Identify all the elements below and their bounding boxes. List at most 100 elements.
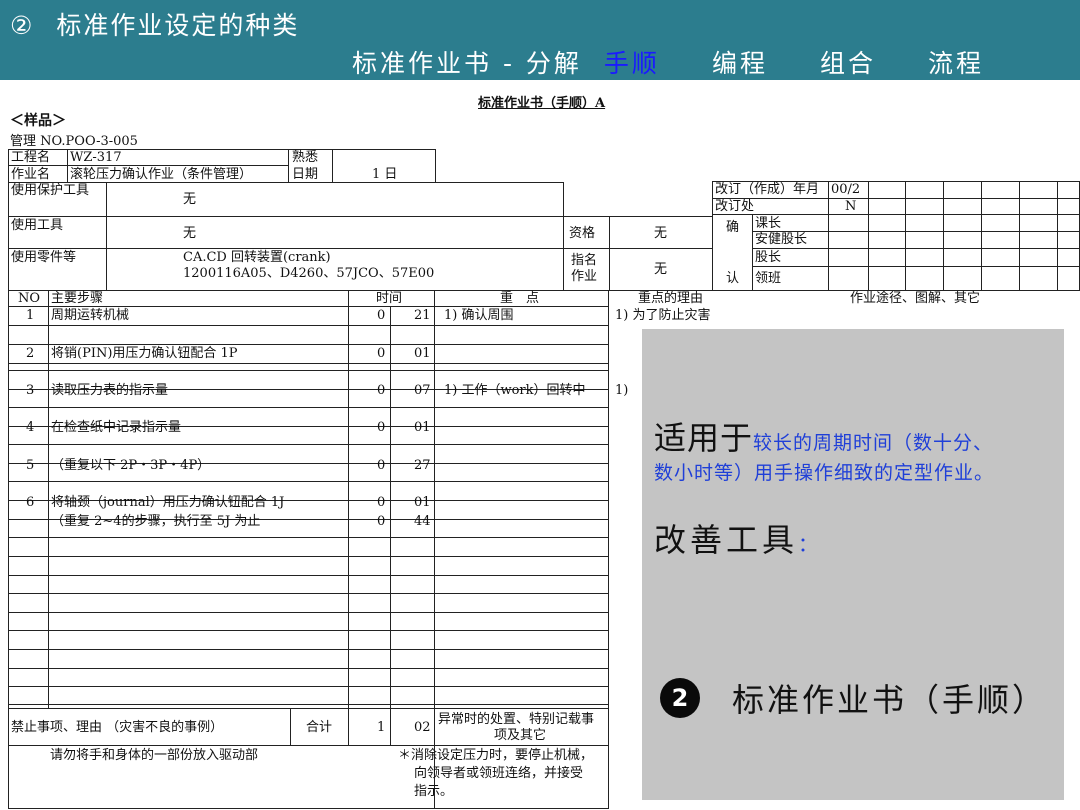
parts-value-line1: CA.CD 回转装置(crank) — [183, 250, 331, 265]
table-row-line — [8, 630, 609, 631]
section-title: ② 标准作业设定的种类 — [10, 6, 299, 42]
qualification-value: 无 — [654, 226, 668, 241]
table-row-line — [8, 575, 609, 576]
step-seconds: 27 — [414, 458, 431, 473]
step-text: 将轴颈（journal）用压力确认钮配合 1J — [51, 495, 285, 510]
step-minutes: 0 — [377, 514, 386, 529]
step-no: 6 — [26, 495, 35, 510]
designated-work-value: 无 — [654, 262, 668, 277]
table-row-line — [8, 344, 609, 345]
step-no: 2 — [26, 346, 35, 361]
step-seconds: 01 — [414, 346, 431, 361]
role-unit-chief: 股长 — [755, 250, 782, 265]
process-name-label: 工程名 — [11, 150, 51, 165]
step-minutes: 0 — [377, 420, 386, 435]
tab-flow[interactable]: 流程 — [928, 44, 984, 78]
step-text: （重复 2~4的步骤，执行至 5J 为止 — [51, 514, 261, 529]
table-row-line — [8, 612, 609, 613]
step-minutes: 0 — [377, 308, 386, 323]
role-foreman: 领班 — [755, 271, 782, 286]
designated-work-label-2: 作业 — [571, 269, 598, 284]
days-label: 日期 — [292, 167, 319, 182]
column-key-points: 重 点 — [500, 291, 540, 306]
step-seconds: 21 — [414, 308, 431, 323]
step-reason: 1) 为了防止灾害 — [615, 308, 711, 323]
step-seconds: 07 — [414, 383, 431, 398]
tab-procedure[interactable]: 手顺 — [604, 44, 660, 78]
item-number-badge: 2 — [660, 678, 700, 718]
step-minutes: 0 — [377, 458, 386, 473]
improvement-tools-colon: ： — [798, 532, 819, 556]
step-seconds: 01 — [414, 420, 431, 435]
table-row-line — [8, 668, 609, 669]
process-name-value: WZ-317 — [70, 150, 122, 165]
parts-value-line2: 1200116A05、D4260、57JCO、57E00 — [183, 266, 435, 281]
designated-work-label-1: 指名 — [571, 253, 598, 268]
table-row-line — [8, 325, 609, 326]
proficiency-label: 熟悉 — [292, 150, 319, 165]
step-text: 读取压力表的指示量 — [51, 383, 169, 398]
abnormal-label-line1: 异常时的处置、特别记载事 — [438, 712, 595, 727]
protective-tools-value: 无 — [183, 192, 197, 207]
tab-programming[interactable]: 编程 — [712, 44, 768, 78]
table-row-line — [8, 306, 609, 307]
applies-desc-1: 较长的周期时间（数十分、 — [753, 432, 994, 454]
note-line3: 指示。 — [414, 784, 454, 799]
table-row-line — [8, 407, 609, 408]
improvement-tools-label: 改善工具 — [654, 521, 799, 559]
step-minutes: 0 — [377, 495, 386, 510]
note-line2: 向领导者或领班连络，并接受 — [414, 766, 584, 781]
revision-place-value: N — [845, 199, 857, 214]
step-no: 1 — [26, 308, 35, 323]
step-seconds: 01 — [414, 495, 431, 510]
step-key-point: 1) 确认周围 — [444, 308, 514, 323]
management-number: 管理 NO.POO-3-005 — [10, 134, 138, 149]
total-label: 合计 — [306, 720, 333, 735]
column-no: NO — [18, 291, 41, 306]
step-minutes: 0 — [377, 383, 386, 398]
operation-name-value: 滚轮压力确认作业（条件管理） — [70, 167, 253, 182]
applies-to-line: 适用于较长的周期时间（数十分、 — [654, 413, 993, 459]
revision-place-label: 改订处 — [715, 199, 755, 214]
parts-label: 使用零件等 — [11, 250, 77, 265]
tools-value: 无 — [183, 226, 197, 241]
table-row-line — [8, 537, 609, 538]
step-no: 5 — [26, 458, 35, 473]
step-reason: 1) — [615, 383, 629, 398]
section-number: ② — [10, 11, 35, 40]
tab-combination[interactable]: 组合 — [820, 44, 876, 78]
revision-value: 00/2 — [831, 182, 861, 197]
step-no: 4 — [26, 420, 35, 435]
applies-desc-2: 数小时等）用手操作细致的定型作业。 — [654, 462, 995, 484]
role-section-chief: 课长 — [755, 216, 782, 231]
item-label: 标准作业书（手顺） — [732, 681, 1048, 719]
role-safety-chief: 安健股长 — [755, 232, 808, 247]
improvement-tool-item: 2 标准作业书（手顺） — [660, 675, 1047, 721]
table-row-line — [8, 593, 609, 594]
operation-name-label: 作业名 — [11, 167, 51, 182]
sample-label: ＜样品＞ — [10, 113, 66, 129]
note-line1: ＊消除设定压力时，要停止机械， — [398, 748, 594, 763]
column-main-steps: 主要步骤 — [51, 291, 104, 306]
confirm-label-1: 确 — [726, 220, 740, 235]
table-row-line — [8, 556, 609, 557]
step-minutes: 0 — [377, 346, 386, 361]
table-row-line — [8, 444, 609, 445]
applicability-panel: 适用于较长的周期时间（数十分、 数小时等）用手操作细致的定型作业。 改善工具： … — [642, 329, 1064, 800]
column-reason: 重点的理由 — [638, 291, 704, 306]
qualification-label: 资格 — [569, 226, 596, 241]
protective-tools-label: 使用保护工具 — [11, 183, 90, 198]
document-title: 标准作业书（手顺）A — [478, 96, 606, 111]
section-title-text: 标准作业设定的种类 — [56, 11, 300, 40]
column-route: 作业途径、图解、其它 — [850, 291, 981, 306]
revision-label: 改订（作成）年月 — [715, 182, 820, 197]
tab-standard-work-breakdown[interactable]: 标准作业书 - 分解 — [352, 44, 582, 78]
table-row-line — [8, 704, 609, 705]
improvement-tools-heading: 改善工具： — [654, 515, 818, 561]
table-row-line — [8, 481, 609, 482]
table-row-line — [8, 370, 609, 371]
step-text: 将销(PIN)用压力确认钮配合 1P — [51, 346, 238, 361]
total-minutes: 1 — [377, 720, 386, 735]
tab-bar: 标准作业书 - 分解 手顺 编程 组合 流程 — [352, 44, 984, 78]
step-seconds: 44 — [414, 514, 431, 529]
